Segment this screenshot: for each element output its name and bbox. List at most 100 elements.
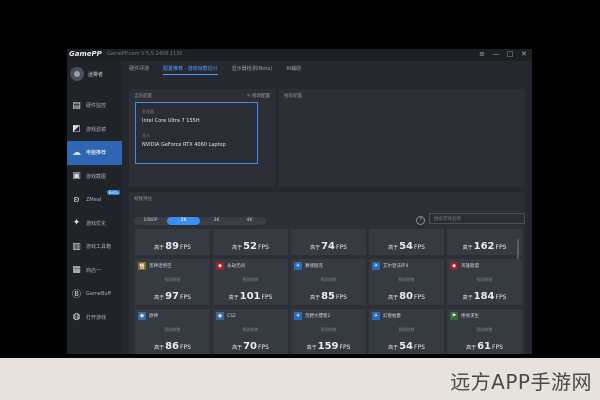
game-card[interactable]: ◆ 永劫无间 预测帧数 高于101FPS bbox=[213, 259, 288, 305]
user-profile[interactable]: 迷雾者 bbox=[70, 67, 103, 81]
game-card[interactable]: 高于54FPS bbox=[369, 229, 444, 255]
resolution-selector: 1080P 2K 3K 4K bbox=[134, 217, 266, 225]
app-logo: GamePP bbox=[69, 50, 102, 58]
sidebar-item-label: 商店一 bbox=[86, 267, 102, 274]
minimize-icon[interactable]: — bbox=[492, 50, 500, 58]
recommended-config-title: 推荐配置 bbox=[284, 94, 302, 99]
fps-unit: FPS bbox=[258, 344, 269, 351]
fps-prefix: 高于 bbox=[388, 345, 399, 351]
game-icon: ◆ bbox=[450, 262, 458, 270]
sidebar-item[interactable]: ◩ 游戏滤镜 bbox=[67, 118, 122, 142]
fps-unit: FPS bbox=[336, 294, 347, 301]
fps-prefix: 高于 bbox=[232, 245, 243, 251]
resolution-option[interactable]: 1080P bbox=[134, 217, 167, 225]
fps-number: 80 bbox=[399, 291, 414, 302]
game-card[interactable]: ◉ 原神 预测帧数 高于86FPS bbox=[135, 309, 210, 354]
game-card[interactable]: ✈ 赛博朋克 预测帧数 高于85FPS bbox=[291, 259, 366, 305]
sidebar-item[interactable]: ✦ 游戏优化 bbox=[67, 212, 122, 236]
edit-config-button[interactable]: ✎ 修改配置 bbox=[247, 93, 270, 99]
game-header: ✈ 荒野大镖客2 bbox=[294, 312, 330, 320]
game-icon: ◉ bbox=[138, 312, 146, 320]
gpu-label: 显卡 bbox=[142, 133, 150, 138]
fps-unit: FPS bbox=[180, 244, 191, 251]
sidebar-item[interactable]: ▤ 硬件监控 bbox=[67, 94, 122, 118]
game-name: 永劫无间 bbox=[227, 264, 245, 269]
fps-number: 89 bbox=[165, 241, 180, 252]
buff-icon: Ⓑ bbox=[71, 290, 81, 301]
fps-unit: FPS bbox=[180, 294, 191, 301]
predicted-label: 预测帧数 bbox=[164, 277, 181, 282]
fps-value: 高于86FPS bbox=[135, 334, 210, 353]
avatar[interactable] bbox=[70, 67, 84, 81]
hardware-box[interactable]: 处理器 Intel Core Ultra 7 155H 显卡 NVIDIA Ge… bbox=[135, 102, 258, 164]
fps-panel-title: 帧数预估 bbox=[134, 197, 152, 202]
fps-unit: FPS bbox=[495, 294, 507, 301]
fps-prefix: 高于 bbox=[154, 295, 165, 301]
game-card[interactable]: 悟黑神话悟空 预测帧数 高于97FPS bbox=[135, 259, 210, 305]
toolbox-icon: ▥ bbox=[72, 241, 81, 252]
top-tab[interactable]: 硬件评测 bbox=[129, 65, 149, 75]
fps-value: 高于54FPS bbox=[369, 334, 444, 353]
sidebar-item[interactable]: ʚ ZMeal Beta bbox=[67, 188, 122, 212]
sidebar-item[interactable]: ▣ 游戏截图 bbox=[67, 165, 122, 189]
top-tab[interactable]: 配置推荐 · 游戏帧数估计 bbox=[163, 65, 218, 75]
resolution-option[interactable]: 3K bbox=[200, 217, 233, 225]
scrollbar[interactable] bbox=[517, 239, 519, 259]
fps-value: 高于89FPS bbox=[135, 234, 210, 253]
fps-unit: FPS bbox=[336, 244, 347, 251]
fps-number: 54 bbox=[399, 241, 414, 252]
fps-prefix: 高于 bbox=[306, 345, 317, 351]
fps-value: 高于97FPS bbox=[135, 284, 210, 303]
game-card[interactable]: 高于52FPS bbox=[213, 229, 288, 255]
title-bar: GamePP GamePP.com V 5.5.2408.1130 ≡ — □ … bbox=[67, 49, 532, 61]
fps-prefix: 高于 bbox=[310, 295, 321, 301]
sidebar-item[interactable]: ▦ 商店一 bbox=[67, 259, 122, 283]
game-name: 黑神话悟空 bbox=[149, 264, 172, 269]
current-config-title: 当前配置 bbox=[134, 94, 152, 99]
game-card[interactable]: ✈ 荒野大镖客2 预测帧数 高于159FPS bbox=[291, 309, 366, 354]
predicted-label: 预测帧数 bbox=[320, 277, 337, 282]
game-icon: ✈ bbox=[372, 312, 380, 320]
fps-prefix: 高于 bbox=[310, 245, 321, 251]
rocket-icon: ✦ bbox=[72, 218, 81, 229]
sidebar-item[interactable]: Ⓑ GameBuff bbox=[67, 282, 122, 306]
fps-number: 184 bbox=[473, 291, 495, 302]
fps-unit: FPS bbox=[339, 344, 351, 351]
fps-value: 高于101FPS bbox=[213, 284, 288, 303]
game-card[interactable]: 高于162FPS bbox=[447, 229, 522, 255]
app-version: GamePP.com V 5.5.2408.1130 bbox=[107, 51, 183, 57]
close-icon[interactable]: ✕ bbox=[520, 50, 528, 58]
game-header: ✈ 幻兽帕鲁 bbox=[372, 312, 401, 320]
fps-value: 高于159FPS bbox=[291, 334, 366, 353]
sidebar-item-label: 打开游戏 bbox=[86, 314, 107, 321]
game-card[interactable]: ◉ CS2 预测帧数 高于70FPS bbox=[213, 309, 288, 354]
game-card[interactable]: 高于74FPS bbox=[291, 229, 366, 255]
help-icon[interactable]: ? bbox=[416, 216, 425, 225]
game-card[interactable]: ✈ 幻兽帕鲁 预测帧数 高于54FPS bbox=[369, 309, 444, 354]
maximize-icon[interactable]: □ bbox=[506, 50, 514, 58]
game-name: 幻兽帕鲁 bbox=[383, 314, 401, 319]
search-input[interactable]: 搜索游戏名称 bbox=[429, 213, 525, 224]
resolution-option[interactable]: 4K bbox=[233, 217, 266, 225]
game-card[interactable]: ◆ 英雄联盟 预测帧数 高于184FPS bbox=[447, 259, 522, 305]
sidebar-item[interactable]: ◍ 打开游戏 bbox=[67, 306, 122, 330]
current-config-panel: 当前配置 ✎ 修改配置 处理器 Intel Core Ultra 7 155H … bbox=[129, 89, 275, 187]
game-header: ◆ 英雄联盟 bbox=[450, 262, 479, 270]
window-controls: ≡ — □ ✕ bbox=[478, 50, 528, 58]
sidebar-item[interactable]: ☁ 电脑推荐 bbox=[67, 141, 122, 165]
top-tab[interactable]: 显示器检测(Beta) bbox=[232, 65, 272, 75]
store-icon: ▦ bbox=[72, 265, 81, 276]
menu-icon[interactable]: ≡ bbox=[478, 50, 486, 58]
game-card[interactable]: 高于89FPS bbox=[135, 229, 210, 255]
game-name: 荒野大镖客2 bbox=[305, 314, 331, 319]
fps-number: 54 bbox=[399, 341, 414, 352]
recommended-config-panel: 推荐配置 bbox=[279, 89, 525, 187]
top-tab[interactable]: AI辅助 bbox=[286, 65, 301, 75]
game-card[interactable]: ⚑ 绝地求生 预测帧数 高于61FPS bbox=[447, 309, 522, 354]
fps-value: 高于74FPS bbox=[291, 234, 366, 253]
game-card[interactable]: ✈ 艾尔登法环4 预测帧数 高于80FPS bbox=[369, 259, 444, 305]
sidebar-item[interactable]: ▥ 游戏工具箱 bbox=[67, 235, 122, 259]
resolution-option[interactable]: 2K bbox=[167, 217, 200, 225]
monitor-icon: ▤ bbox=[72, 100, 81, 111]
game-header: ✈ 艾尔登法环4 bbox=[372, 262, 408, 270]
